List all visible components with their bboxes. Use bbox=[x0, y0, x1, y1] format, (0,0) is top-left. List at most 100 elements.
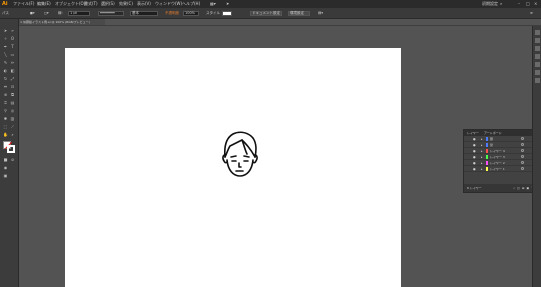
stroke-swatch[interactable]: ◻▾ bbox=[44, 8, 49, 19]
right-dock bbox=[532, 26, 541, 287]
selection-label: パス bbox=[2, 11, 9, 15]
target-circle-icon[interactable] bbox=[521, 167, 524, 170]
right-eyebrow bbox=[243, 155, 250, 158]
menu-select[interactable]: 選択(S) bbox=[101, 0, 115, 8]
blob-brush-icon[interactable]: ◐ bbox=[3, 68, 8, 73]
preferences-label: 環境設定 bbox=[290, 11, 304, 15]
layer-color-swatch bbox=[486, 143, 488, 147]
screen-mode-icon[interactable]: ▣ bbox=[3, 173, 8, 178]
menu-window[interactable]: ウィンドウ(W) bbox=[155, 0, 182, 8]
layers-panel: レイヤー アートボード ● ▸ 顔 ● ▸ 髪 ● ▸ レイヤー 4 ● ▸ レ… bbox=[463, 129, 541, 193]
graph-tool-icon[interactable]: ▥ bbox=[10, 116, 15, 121]
menu-object[interactable]: オブジェクト(O) bbox=[55, 0, 85, 8]
magic-wand-icon[interactable]: ✧ bbox=[3, 36, 8, 41]
opacity-link[interactable]: 不透明度 bbox=[165, 8, 179, 19]
type-tool-icon[interactable]: T bbox=[10, 44, 15, 49]
graphic-style-swatch[interactable] bbox=[222, 11, 232, 16]
document-setup-label: ドキュメント設定 bbox=[252, 11, 280, 15]
menu-file[interactable]: ファイル(F) bbox=[13, 0, 34, 8]
paintbrush-icon[interactable]: ✎ bbox=[3, 60, 8, 65]
direct-selection-tool-icon[interactable]: ➢ bbox=[10, 28, 15, 33]
rectangle-tool-icon[interactable]: ▭ bbox=[10, 52, 15, 57]
swatches-panel-icon[interactable] bbox=[535, 38, 540, 43]
tab-artboards[interactable]: アートボード bbox=[484, 131, 502, 135]
layer-row[interactable]: ● ▸ レイヤー 1 bbox=[464, 166, 540, 172]
perspective-grid-icon[interactable]: ⧉ bbox=[10, 92, 15, 97]
symbols-panel-icon[interactable] bbox=[535, 54, 540, 59]
gradient-tool-icon[interactable]: ▤ bbox=[10, 100, 15, 105]
target-circle-icon[interactable] bbox=[521, 161, 524, 164]
target-circle-icon[interactable] bbox=[521, 143, 524, 146]
stroke-panel-icon[interactable] bbox=[535, 62, 540, 67]
jaw bbox=[226, 159, 254, 177]
rotate-tool-icon[interactable]: ↻ bbox=[3, 76, 8, 81]
color-panel-icon[interactable] bbox=[535, 30, 540, 35]
selection-tool-icon[interactable]: ➤ bbox=[3, 28, 8, 33]
gpu-icon[interactable]: ➤ bbox=[226, 0, 229, 8]
panel-menu-icon[interactable]: ≡ bbox=[530, 8, 533, 19]
color-mode-icon[interactable]: ■ bbox=[3, 157, 8, 162]
layer-name: レイヤー 1 bbox=[490, 167, 505, 171]
control-bar: パス ◼▾ ◻▾ 線: 1 pt ━━━━━━━ 基本 不透明度 100% スタ… bbox=[0, 8, 541, 19]
left-eyebrow bbox=[230, 155, 237, 158]
width-tool-icon[interactable]: ⇹ bbox=[3, 84, 8, 89]
eyedropper-icon[interactable]: ⚲ bbox=[3, 108, 8, 113]
menu-type[interactable]: 書式(T) bbox=[84, 0, 98, 8]
layer-color-swatch bbox=[486, 161, 488, 165]
tab-layers[interactable]: レイヤー bbox=[467, 131, 479, 135]
eraser-icon[interactable]: ◧ bbox=[10, 68, 15, 73]
layer-color-swatch bbox=[486, 167, 488, 171]
blend-tool-icon[interactable]: ◎ bbox=[10, 108, 15, 113]
arrange-icon[interactable]: ▦▾ bbox=[210, 0, 216, 8]
menu-help[interactable]: ヘルプ(H) bbox=[182, 0, 200, 8]
face-illustration[interactable] bbox=[218, 130, 260, 178]
appearance-panel-icon[interactable] bbox=[535, 78, 540, 83]
stroke-color-icon[interactable] bbox=[7, 145, 15, 153]
transparency-panel-icon[interactable] bbox=[535, 70, 540, 75]
slice-tool-icon[interactable]: ⟋ bbox=[10, 124, 15, 129]
expand-triangle-icon[interactable]: ▸ bbox=[481, 166, 483, 172]
free-transform-icon[interactable]: ⊡ bbox=[10, 84, 15, 89]
align-icon[interactable]: ▤▾ bbox=[318, 8, 323, 19]
maximize-icon[interactable]: □ bbox=[526, 0, 530, 8]
hairline bbox=[224, 139, 256, 158]
workspace-switcher[interactable]: 初期設定 bbox=[482, 0, 498, 8]
layer-color-swatch bbox=[486, 137, 488, 141]
menu-effect[interactable]: 効果(C) bbox=[119, 0, 133, 8]
layer-color-swatch bbox=[486, 149, 488, 153]
artboard-tool-icon[interactable]: ⬚ bbox=[3, 124, 8, 129]
target-circle-icon[interactable] bbox=[521, 155, 524, 158]
pencil-icon[interactable]: ✏ bbox=[10, 60, 15, 65]
fill-swatch[interactable]: ◼▾ bbox=[30, 8, 35, 19]
search-icon[interactable]: ⌕ bbox=[500, 0, 502, 8]
draw-mode-icon[interactable]: ◉ bbox=[3, 165, 8, 170]
layer-count: 6 レイヤー bbox=[467, 186, 482, 190]
menu-bar: Ai ファイル(F) 編集(E) オブジェクト(O) 書式(T) 選択(S) 効… bbox=[0, 0, 541, 8]
symbol-sprayer-icon[interactable]: ✺ bbox=[3, 116, 8, 121]
tools-panel: ➤ ➢ ✧ ʘ ✒ T ╲ ▭ ✎ ✏ ◐ ◧ ↻ ⤢ ⇹ ⊡ ⊕ ⧉ ⌗ ▤ … bbox=[0, 19, 19, 287]
hair-outline bbox=[223, 131, 257, 158]
menu-view[interactable]: 表示(V) bbox=[137, 0, 151, 8]
zoom-tool-icon[interactable]: ⌕ bbox=[10, 132, 15, 137]
scale-tool-icon[interactable]: ⤢ bbox=[10, 76, 15, 81]
document-title: 似顔絵イラスト例.ai @ 100% (RGB/プレビュー) bbox=[23, 20, 90, 24]
layers-panel-footer: 6 レイヤー ⌕◰⊞▣🗑 bbox=[464, 184, 540, 192]
target-circle-icon[interactable] bbox=[521, 149, 524, 152]
line-tool-icon[interactable]: ╲ bbox=[3, 52, 8, 57]
lasso-icon[interactable]: ʘ bbox=[10, 36, 15, 41]
nose bbox=[238, 162, 242, 168]
target-circle-icon[interactable] bbox=[521, 137, 524, 140]
close-icon[interactable]: × bbox=[534, 0, 537, 8]
mesh-tool-icon[interactable]: ⌗ bbox=[3, 100, 8, 105]
visibility-eye-icon[interactable]: ● bbox=[473, 166, 476, 172]
menu-edit[interactable]: 編集(E) bbox=[37, 0, 51, 8]
pen-tool-icon[interactable]: ✒ bbox=[3, 44, 8, 49]
opacity-value: 100% bbox=[185, 11, 196, 15]
minimize-icon[interactable]: – bbox=[518, 0, 520, 8]
shape-builder-icon[interactable]: ⊕ bbox=[3, 92, 8, 97]
none-color-icon[interactable]: ⊘ bbox=[10, 157, 15, 162]
brushes-panel-icon[interactable] bbox=[535, 46, 540, 51]
style-label: スタイル bbox=[206, 11, 220, 15]
hand-tool-icon[interactable]: ✋ bbox=[3, 132, 8, 137]
layer-color-swatch bbox=[486, 155, 488, 159]
